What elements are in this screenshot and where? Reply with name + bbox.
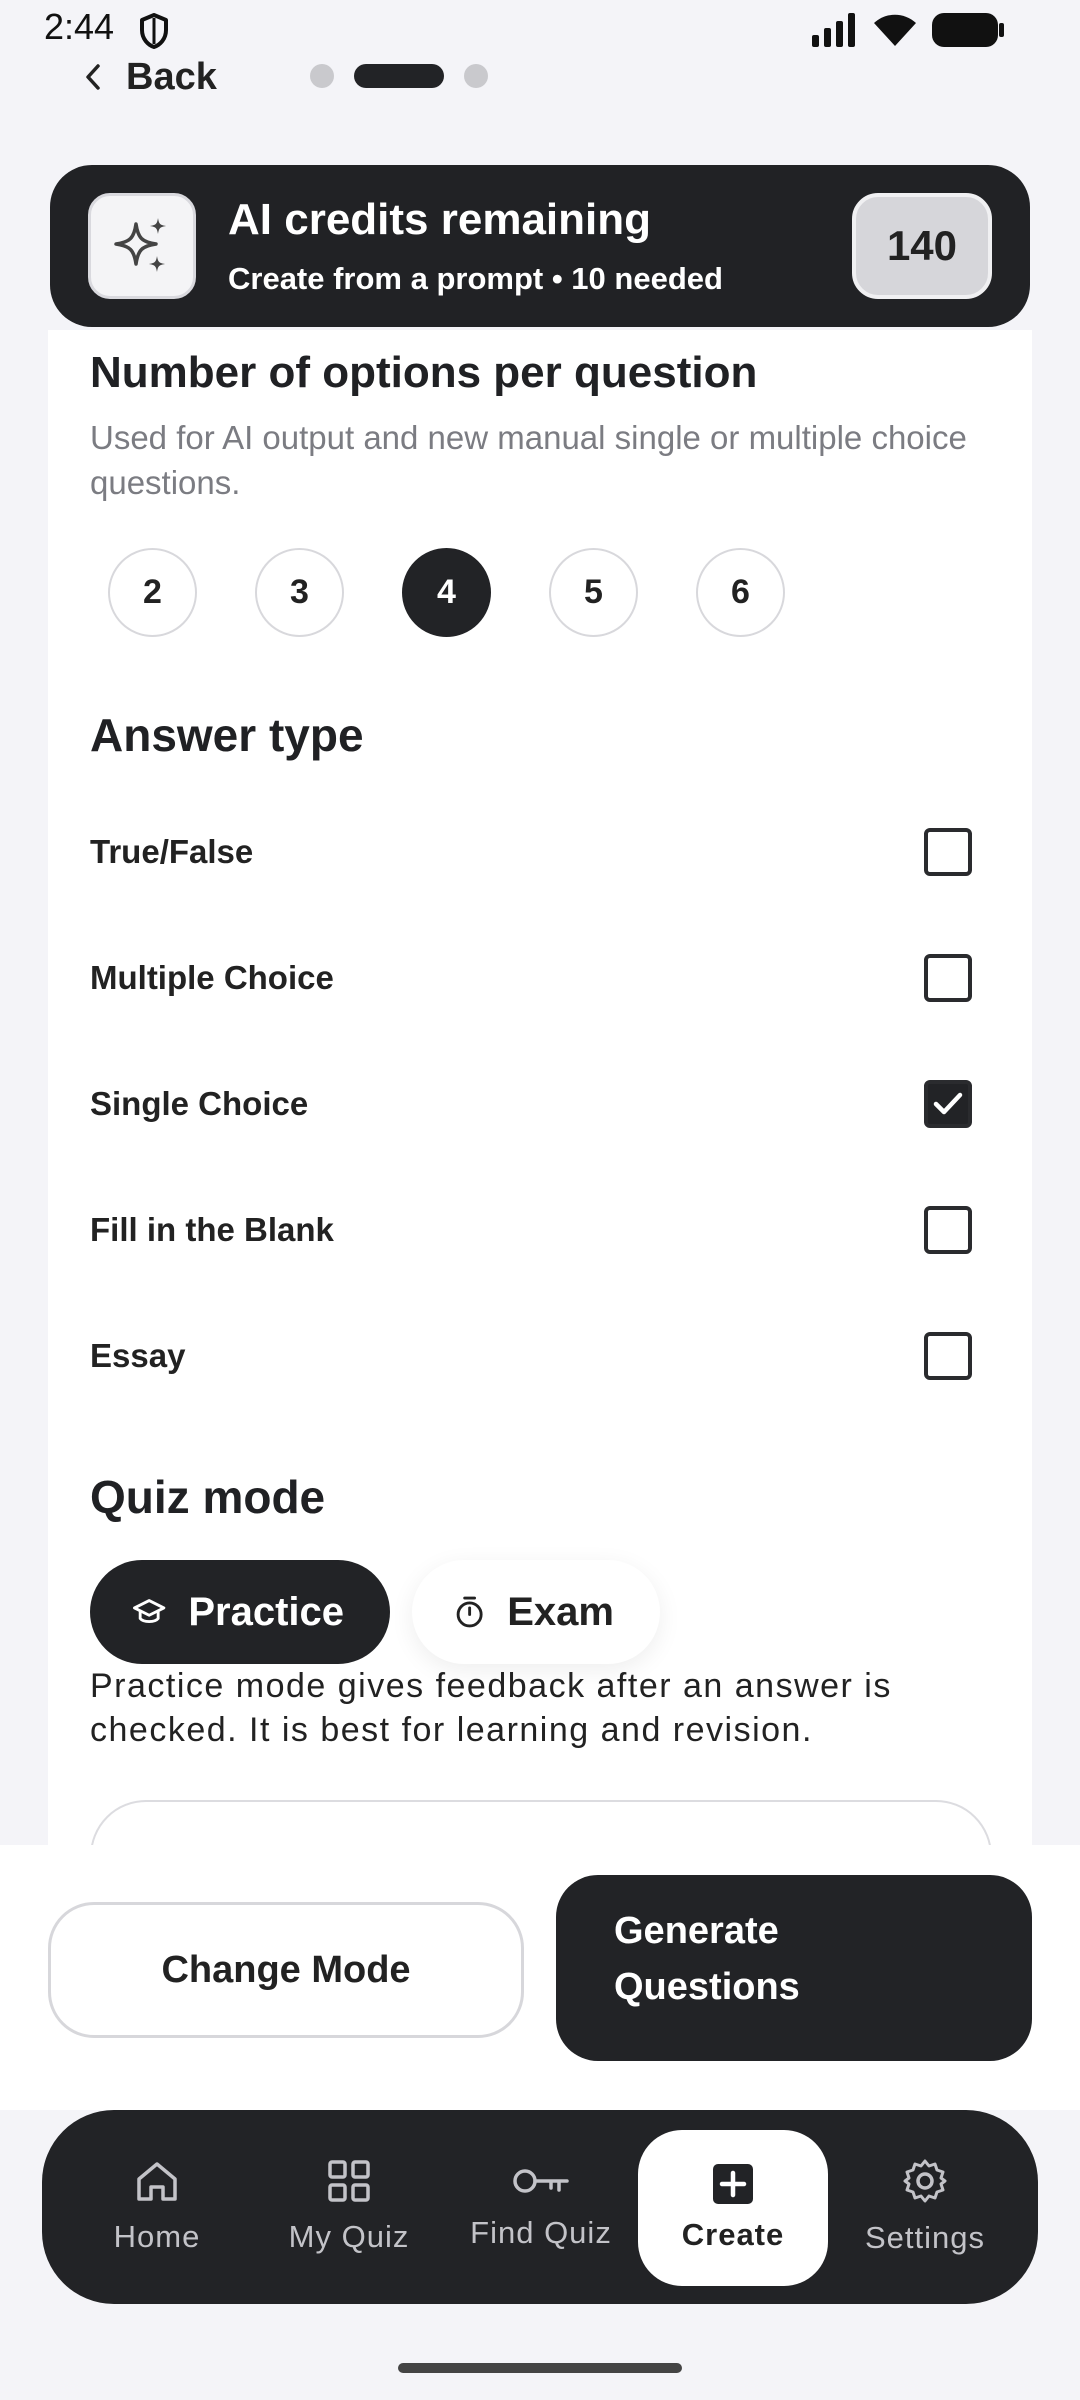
ai-credits-card: AI credits remaining Create from a promp… (50, 165, 1030, 327)
battery-icon (932, 13, 1004, 47)
nav-item-create[interactable]: Create (638, 2130, 828, 2286)
gear-icon (903, 2159, 947, 2203)
grid-icon (328, 2160, 370, 2202)
generate-label-line2: Questions (614, 1966, 800, 2008)
change-mode-button[interactable]: Change Mode (48, 1902, 524, 2038)
option-count-5[interactable]: 5 (549, 548, 638, 637)
credits-subtitle: Create from a prompt • 10 needed (228, 261, 723, 296)
checkbox[interactable] (924, 1206, 972, 1254)
answer-type-label: Fill in the Blank (90, 1211, 334, 1248)
nav-label: Find Quiz (470, 2215, 612, 2250)
answer-type-label: Essay (90, 1337, 186, 1374)
option-count-selector: 2 3 4 5 6 (108, 548, 785, 637)
exam-mode-label: Exam (507, 1589, 614, 1634)
nav-item-find-quiz[interactable]: Find Quiz (446, 2110, 636, 2304)
key-icon (513, 2169, 569, 2193)
shield-icon (140, 13, 168, 49)
graduation-cap-icon (133, 1599, 166, 1624)
bottom-navigation: Home My Quiz Find Quiz Create Settings (42, 2110, 1038, 2304)
checkbox-checked[interactable] (924, 1080, 972, 1128)
answer-type-multiple-choice[interactable]: Multiple Choice (90, 938, 990, 1018)
step-indicator (310, 64, 488, 88)
settings-panel: Number of options per question Used for … (48, 330, 1032, 1845)
status-time: 2:44 (44, 6, 115, 47)
plus-square-icon (713, 2164, 753, 2204)
action-bar: Change Mode Generate Questions (0, 1845, 1080, 2110)
nav-label: Settings (864, 2220, 985, 2255)
option-count-3[interactable]: 3 (255, 548, 344, 637)
next-section-card (90, 1800, 992, 1845)
signal-icon (812, 13, 855, 47)
checkbox[interactable] (924, 954, 972, 1002)
nav-item-my-quiz[interactable]: My Quiz (254, 2110, 444, 2304)
step-dot (464, 64, 488, 88)
practice-mode-button[interactable]: Practice (90, 1560, 390, 1664)
answer-type-single-choice[interactable]: Single Choice (90, 1064, 990, 1144)
quiz-mode-title: Quiz mode (90, 1471, 326, 1523)
home-indicator (398, 2363, 682, 2373)
credits-count-badge: 140 (852, 193, 992, 299)
options-per-question-description: Used for AI output and new manual single… (90, 419, 967, 501)
answer-type-label: Single Choice (90, 1085, 309, 1122)
option-count-4[interactable]: 4 (402, 548, 491, 637)
nav-item-home[interactable]: Home (62, 2110, 252, 2304)
option-count-6[interactable]: 6 (696, 548, 785, 637)
generate-questions-button[interactable]: Generate Questions (556, 1875, 1032, 2061)
step-dot (310, 64, 334, 88)
generate-label-line1: Generate (614, 1910, 779, 1952)
timer-icon (456, 1596, 483, 1628)
back-button[interactable]: Back (82, 52, 217, 102)
home-icon (137, 2162, 177, 2201)
option-count-2[interactable]: 2 (108, 548, 197, 637)
step-dot-active (354, 64, 444, 88)
answer-type-label: Multiple Choice (90, 959, 334, 996)
chevron-left-icon (86, 64, 100, 90)
answer-type-label: True/False (90, 833, 254, 870)
exam-mode-button[interactable]: Exam (412, 1560, 660, 1664)
checkbox[interactable] (924, 828, 972, 876)
quiz-mode-toggle: Practice Exam (90, 1560, 660, 1664)
wifi-icon (874, 14, 916, 46)
nav-label: Home (113, 2219, 201, 2254)
answer-type-title: Answer type (90, 709, 364, 761)
practice-mode-label: Practice (188, 1589, 344, 1634)
options-per-question-title: Number of options per question (90, 348, 758, 397)
answer-type-true-false[interactable]: True/False (90, 812, 990, 892)
nav-item-settings[interactable]: Settings (830, 2110, 1020, 2304)
checkbox[interactable] (924, 1332, 972, 1380)
answer-type-essay[interactable]: Essay (90, 1316, 990, 1396)
quiz-mode-description: Practice mode gives feedback after an an… (90, 1667, 892, 1749)
check-icon (933, 1092, 963, 1115)
answer-type-fill-blank[interactable]: Fill in the Blank (90, 1190, 990, 1270)
nav-label: My Quiz (288, 2219, 410, 2254)
nav-label: Create (681, 2217, 785, 2252)
credits-title: AI credits remaining (228, 195, 652, 244)
back-label: Back (126, 55, 217, 98)
sparkles-icon (88, 193, 196, 299)
